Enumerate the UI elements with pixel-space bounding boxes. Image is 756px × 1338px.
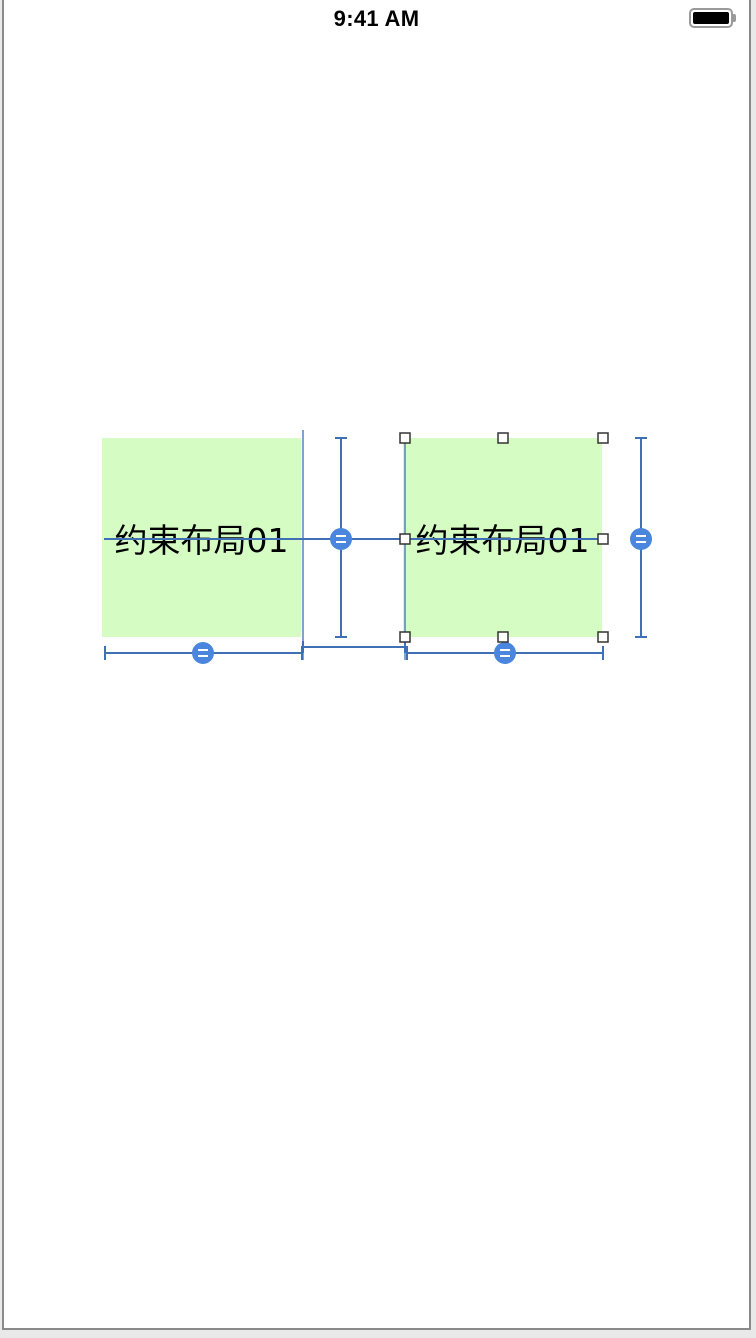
- constraint-view-right-selected[interactable]: 约束布局01: [403, 438, 602, 637]
- resize-handle-middle-left[interactable]: [399, 533, 411, 545]
- resize-handle-bottom-left[interactable]: [399, 631, 411, 643]
- battery-level: [693, 12, 729, 24]
- battery-nub: [733, 14, 736, 22]
- resize-handle-middle-right[interactable]: [597, 533, 609, 545]
- resize-handle-top-center[interactable]: [497, 432, 509, 444]
- device-frame: 9:41 AM: [2, 0, 751, 1330]
- status-time: 9:41 AM: [333, 6, 420, 31]
- status-bar: 9:41 AM: [4, 0, 749, 40]
- constraint-view-left[interactable]: 约束布局01: [102, 438, 301, 637]
- resize-handle-top-left[interactable]: [399, 432, 411, 444]
- resize-handle-top-right[interactable]: [597, 432, 609, 444]
- resize-handle-bottom-center[interactable]: [497, 631, 509, 643]
- resize-handle-bottom-right[interactable]: [597, 631, 609, 643]
- battery-icon: [689, 8, 733, 28]
- view-label: 约束布局01: [114, 520, 289, 560]
- view-label: 约束布局01: [415, 520, 590, 560]
